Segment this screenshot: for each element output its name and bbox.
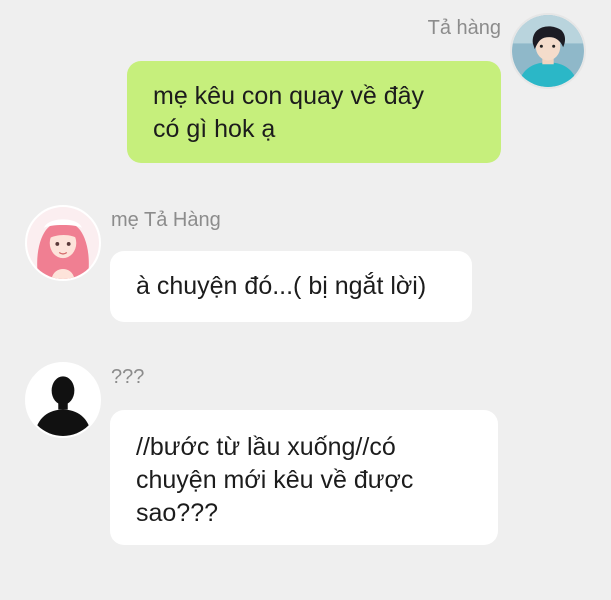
sender-name: Tả hàng: [427, 17, 501, 39]
silhouette-avatar-icon[interactable]: [25, 362, 101, 438]
message-bubble[interactable]: //bước từ lầu xuống//có chuyện mới kêu v…: [110, 410, 498, 545]
pink-hair-girl-avatar-icon[interactable]: [25, 205, 101, 281]
sender-name: ???: [111, 366, 145, 388]
message-bubble[interactable]: à chuyện đó...( bị ngắt lời): [110, 251, 472, 322]
message-bubble[interactable]: mẹ kêu con quay về đây có gì hok ạ: [127, 61, 501, 163]
sender-name: mẹ Tả Hàng: [111, 209, 221, 231]
boy-avatar-icon[interactable]: [510, 13, 586, 89]
